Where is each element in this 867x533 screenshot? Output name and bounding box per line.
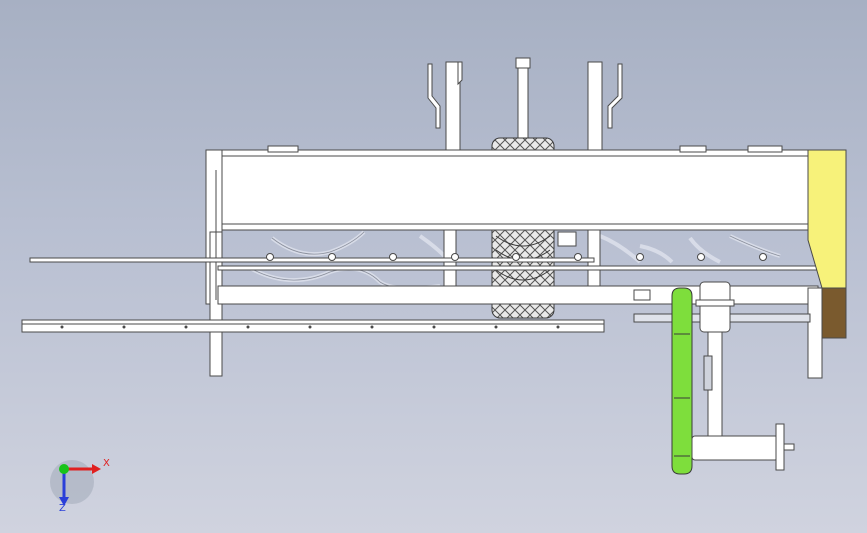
y-axis-origin xyxy=(59,464,69,474)
cad-graphics-viewport[interactable]: X Z xyxy=(0,0,867,533)
coordinate-triad xyxy=(50,460,101,506)
z-axis-label: Z xyxy=(59,503,66,514)
x-axis-label: X xyxy=(103,458,110,469)
